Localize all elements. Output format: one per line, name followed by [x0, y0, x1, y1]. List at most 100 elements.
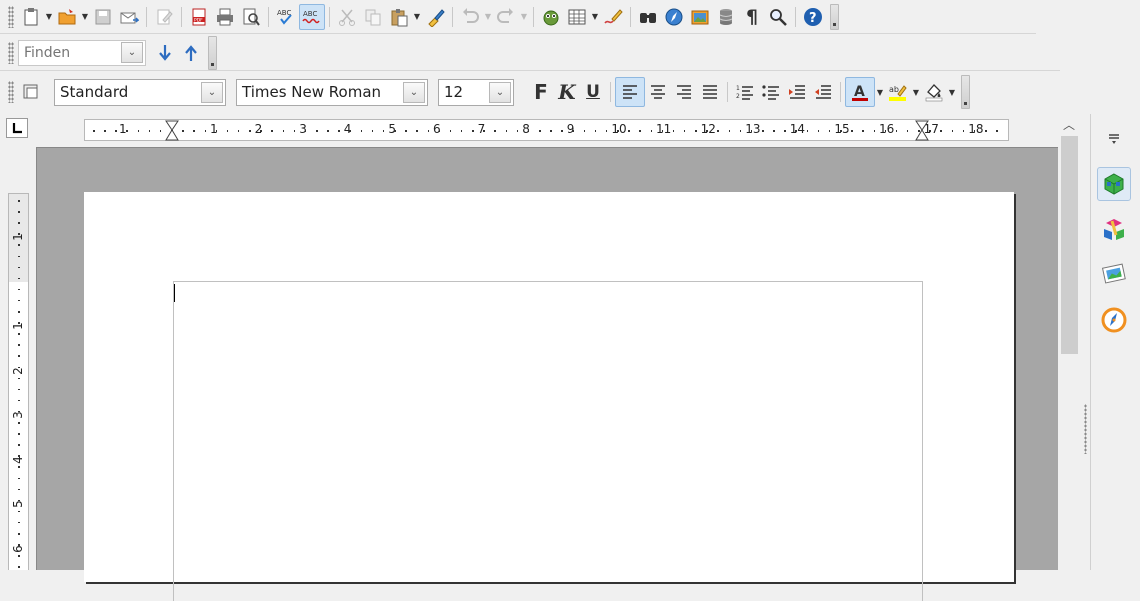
find-previous-up-icon[interactable]	[178, 40, 204, 66]
edit-mode-icon[interactable]	[151, 4, 177, 30]
redo-dropdown-arrow[interactable]: ▼	[519, 4, 529, 30]
background-color-dropdown-arrow[interactable]: ▼	[947, 79, 957, 105]
help-icon[interactable]: ?	[800, 4, 826, 30]
redo-icon[interactable]	[493, 4, 519, 30]
align-left-icon[interactable]	[615, 77, 645, 107]
increase-indent-icon[interactable]	[784, 79, 810, 105]
page[interactable]	[84, 192, 1014, 601]
vertical-ruler-tick	[18, 466, 20, 468]
new-dropdown-arrow[interactable]: ▼	[44, 4, 54, 30]
align-right-icon[interactable]	[671, 79, 697, 105]
left-indent-marker-icon[interactable]	[165, 120, 179, 142]
ruler-number: 13	[745, 122, 761, 136]
highlighting-icon[interactable]: ab	[885, 79, 911, 105]
font-size-combobox[interactable]: 12 ⌄	[438, 78, 514, 106]
navigator-sidebar-icon[interactable]	[1097, 303, 1131, 337]
font-name-combobox[interactable]: Times New Roman ⌄	[236, 78, 428, 106]
styles-sidebar-icon[interactable]	[18, 79, 44, 105]
ruler-tick	[148, 130, 151, 132]
scrollbar-thumb[interactable]	[1061, 136, 1078, 354]
styles-icon[interactable]	[1097, 212, 1131, 246]
bold-button[interactable]: F	[528, 79, 554, 105]
gallery-icon[interactable]	[687, 4, 713, 30]
highlighting-dropdown-arrow[interactable]: ▼	[911, 79, 921, 105]
background-color-icon[interactable]	[921, 79, 947, 105]
navigator-icon[interactable]	[538, 4, 564, 30]
paragraph-style-dropdown-arrow[interactable]: ⌄	[201, 81, 223, 103]
toolbar-grip[interactable]	[8, 41, 14, 64]
align-justify-icon[interactable]	[697, 79, 723, 105]
toolbar-grip[interactable]	[8, 81, 14, 103]
open-folder-icon[interactable]	[54, 4, 80, 30]
ruler-number: 15	[834, 122, 850, 136]
find-combobox[interactable]: ⌄	[18, 39, 146, 66]
paste-icon[interactable]	[386, 4, 412, 30]
font-color-icon[interactable]: A	[845, 77, 875, 107]
vertical-ruler[interactable]: 1123456	[8, 193, 29, 570]
vertical-ruler-tick	[18, 322, 20, 324]
undo-dropdown-arrow[interactable]: ▼	[483, 4, 493, 30]
vertical-ruler-tick	[18, 344, 20, 346]
italic-button[interactable]: K	[554, 79, 580, 105]
save-icon[interactable]	[90, 4, 116, 30]
underline-button[interactable]: U	[580, 79, 606, 105]
font-size-dropdown-arrow[interactable]: ⌄	[489, 81, 511, 103]
new-document-icon[interactable]	[18, 4, 44, 30]
print-icon[interactable]	[212, 4, 238, 30]
right-indent-marker-icon[interactable]	[915, 120, 929, 142]
toolbar-overflow-handle[interactable]	[830, 3, 839, 30]
svg-text:PDF: PDF	[194, 17, 203, 23]
formatting-marks-icon[interactable]: ¶	[739, 4, 765, 30]
clone-formatting-icon[interactable]	[422, 4, 448, 30]
find-next-down-icon[interactable]	[152, 40, 178, 66]
gallery-sidebar-icon[interactable]	[1097, 257, 1131, 291]
ruler-tick	[394, 130, 396, 132]
autospellcheck-icon[interactable]: ABC	[299, 3, 325, 30]
vertical-scrollbar[interactable]: ︿	[1058, 114, 1081, 570]
font-color-dropdown-arrow[interactable]: ▼	[875, 79, 885, 105]
scroll-up-icon[interactable]: ︿	[1063, 116, 1075, 133]
toolbar-grip[interactable]	[8, 5, 14, 28]
decrease-indent-icon[interactable]	[810, 79, 836, 105]
data-sources-icon[interactable]	[713, 4, 739, 30]
table-dropdown-arrow[interactable]: ▼	[590, 4, 600, 30]
undo-icon[interactable]	[457, 4, 483, 30]
separator	[452, 6, 453, 27]
sidebar-menu-icon[interactable]	[1097, 121, 1131, 155]
zoom-icon[interactable]	[765, 4, 791, 30]
draw-icon[interactable]	[600, 4, 626, 30]
ruler-number: 6	[433, 122, 441, 136]
tab-type-selector[interactable]	[6, 118, 28, 138]
align-center-icon[interactable]	[645, 79, 671, 105]
vertical-ruler-tick	[18, 533, 20, 535]
properties-icon[interactable]	[1097, 167, 1131, 201]
table-icon[interactable]	[564, 4, 590, 30]
vertical-ruler-tick	[18, 444, 20, 446]
bullet-list-icon[interactable]	[758, 79, 784, 105]
find-replace-icon[interactable]	[635, 4, 661, 30]
toolbar-overflow-handle[interactable]	[961, 75, 970, 109]
find-input[interactable]	[19, 44, 119, 61]
font-name-dropdown-arrow[interactable]: ⌄	[403, 81, 425, 103]
ruler-tick	[594, 130, 597, 132]
spellcheck-icon[interactable]: ABC	[273, 4, 299, 30]
ruler-tick	[962, 130, 965, 132]
ruler-number: 2	[254, 122, 263, 136]
toolbar-overflow-handle[interactable]	[208, 35, 217, 70]
find-dropdown-arrow[interactable]: ⌄	[121, 41, 143, 63]
vertical-ruler-tick	[18, 277, 20, 280]
ruler-tick	[115, 130, 117, 132]
navigator-compass-icon[interactable]	[661, 4, 687, 30]
paste-dropdown-arrow[interactable]: ▼	[412, 4, 422, 30]
email-icon[interactable]	[116, 4, 142, 30]
paragraph-style-combobox[interactable]: Standard ⌄	[54, 78, 226, 106]
copy-icon[interactable]	[360, 4, 386, 30]
ruler-number: 7	[477, 122, 486, 136]
numbered-list-icon[interactable]: 12	[732, 79, 758, 105]
sidebar-splitter[interactable]	[1082, 114, 1089, 570]
horizontal-ruler[interactable]: 1 1 2 3 4 5 6 7 8 9 10 11 12 13 14 15 16 17 18	[84, 119, 1009, 141]
export-pdf-icon[interactable]: PDF	[186, 4, 212, 30]
print-preview-icon[interactable]	[238, 4, 264, 30]
open-dropdown-arrow[interactable]: ▼	[80, 4, 90, 30]
cut-icon[interactable]	[334, 4, 360, 30]
